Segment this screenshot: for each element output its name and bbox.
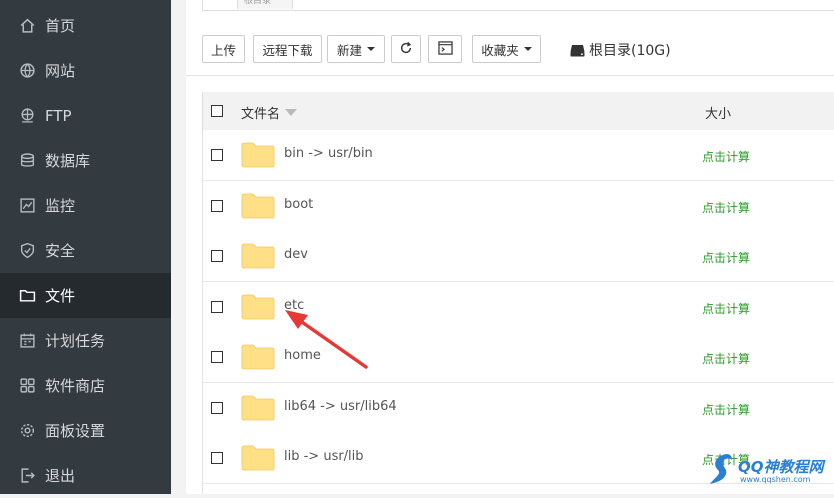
size-calc-link[interactable]: 点击计算: [702, 401, 750, 418]
refresh-icon: [399, 41, 413, 58]
column-header-name-label: 文件名: [241, 107, 281, 122]
sidebar: 首页 网站 FTP 数据库 监控 安全 文件 计划任务 软件商店 面板设置 退出: [0, 0, 171, 494]
terminal-button[interactable]: [428, 35, 462, 63]
file-name[interactable]: boot: [284, 197, 313, 212]
file-name[interactable]: dev: [284, 247, 308, 262]
breadcrumb: 根目录: [202, 0, 834, 11]
file-name[interactable]: lib64 -> usr/lib64: [284, 399, 397, 414]
file-name[interactable]: etc: [284, 298, 304, 313]
sidebar-item-home[interactable]: 首页: [0, 3, 171, 48]
row-checkbox[interactable]: [211, 351, 223, 363]
new-dropdown-button[interactable]: 新建: [327, 35, 385, 63]
logout-icon: [18, 467, 36, 485]
disk-label: 根目录(10G): [589, 43, 671, 59]
ftp-icon: [18, 107, 36, 125]
sidebar-item-label: 软件商店: [45, 377, 106, 395]
sidebar-item-logout[interactable]: 退出: [0, 453, 171, 498]
monitor-icon: [18, 197, 36, 215]
sort-down-icon[interactable]: [285, 109, 298, 116]
sidebar-item-label: 首页: [45, 17, 76, 35]
table-row[interactable]: bin -> usr/bin 点击计算: [203, 130, 834, 181]
new-button-label: 新建: [336, 42, 362, 58]
sidebar-item-database[interactable]: 数据库: [0, 138, 171, 183]
size-calc-link[interactable]: 点击计算: [702, 249, 750, 266]
chevron-down-icon: [523, 47, 532, 51]
globe-icon: [18, 62, 36, 80]
sidebar-item-label: 数据库: [45, 152, 91, 170]
sidebar-item-app-store[interactable]: 软件商店: [0, 363, 171, 408]
calendar-icon: [18, 332, 36, 350]
table-row[interactable]: boot 点击计算: [203, 181, 834, 232]
gear-icon: [18, 422, 36, 440]
file-name[interactable]: bin -> usr/bin: [284, 146, 373, 161]
database-icon: [18, 152, 36, 170]
sidebar-item-files[interactable]: 文件: [0, 273, 171, 318]
favorites-button-label: 收藏夹: [481, 42, 519, 58]
folder-icon: [241, 445, 275, 471]
chevron-down-icon: [367, 47, 375, 51]
sidebar-item-label: FTP: [45, 106, 72, 125]
sidebar-item-monitor[interactable]: 监控: [0, 183, 171, 228]
upload-button[interactable]: 上传: [202, 35, 245, 63]
watermark-title: QQ神教程网: [738, 458, 824, 476]
size-calc-link[interactable]: 点击计算: [702, 350, 750, 367]
sidebar-item-ftp[interactable]: FTP: [0, 93, 171, 138]
watermark-logo: QQ神教程网 www.qqshen.com: [704, 448, 834, 492]
toolbar-divider: [186, 75, 834, 76]
row-checkbox[interactable]: [211, 452, 223, 464]
row-checkbox[interactable]: [211, 200, 223, 212]
sidebar-item-websites[interactable]: 网站: [0, 48, 171, 93]
row-checkbox[interactable]: [211, 301, 223, 313]
column-header-name[interactable]: 文件名: [241, 103, 298, 122]
table-row[interactable]: home 点击计算: [203, 332, 834, 383]
folder-icon: [241, 344, 275, 370]
folder-icon: [241, 294, 275, 320]
sidebar-item-label: 监控: [45, 197, 76, 215]
folder-icon: [241, 243, 275, 269]
size-calc-link[interactable]: 点击计算: [702, 199, 750, 216]
sidebar-item-label: 网站: [45, 62, 76, 80]
table-row[interactable]: etc 点击计算: [203, 282, 834, 333]
table-row[interactable]: dev 点击计算: [203, 231, 834, 282]
table-header: 文件名 大小: [203, 92, 834, 131]
breadcrumb-root[interactable]: 根目录: [237, 0, 293, 9]
table-row[interactable]: lib64 -> usr/lib64 点击计算: [203, 383, 834, 434]
dragon-logo-icon: [710, 454, 732, 484]
file-table: 文件名 大小 bin -> usr/bin 点击计算 boot 点击计算 dev…: [202, 92, 834, 494]
terminal-icon: [437, 40, 453, 58]
watermark-url: www.qqshen.com: [740, 475, 811, 484]
grid-icon: [18, 377, 36, 395]
file-manager-panel: 根目录 上传 远程下载 新建 收藏夹 根目录(10G) 文件名 大小 bin -…: [186, 0, 834, 494]
hard-drive-icon: [570, 44, 585, 56]
sidebar-item-label: 面板设置: [45, 422, 106, 440]
shield-icon: [18, 242, 36, 260]
folder-icon: [241, 193, 275, 219]
column-header-size[interactable]: 大小: [705, 103, 731, 122]
row-checkbox[interactable]: [211, 250, 223, 262]
disk-selector[interactable]: 根目录(10G): [570, 41, 671, 59]
favorites-dropdown-button[interactable]: 收藏夹: [472, 35, 541, 63]
file-name[interactable]: lib -> usr/lib: [284, 449, 364, 464]
select-all-checkbox[interactable]: [211, 105, 223, 117]
sidebar-item-label: 安全: [45, 242, 76, 260]
row-checkbox[interactable]: [211, 149, 223, 161]
remote-download-button[interactable]: 远程下载: [253, 35, 322, 63]
size-calc-link[interactable]: 点击计算: [702, 300, 750, 317]
folder-icon: [241, 395, 275, 421]
file-name[interactable]: home: [284, 348, 321, 363]
sidebar-item-security[interactable]: 安全: [0, 228, 171, 273]
sidebar-item-label: 文件: [45, 287, 76, 305]
sidebar-item-label: 计划任务: [45, 332, 106, 350]
home-icon: [18, 17, 36, 35]
row-checkbox[interactable]: [211, 402, 223, 414]
size-calc-link[interactable]: 点击计算: [702, 148, 750, 165]
folder-icon: [241, 142, 275, 168]
refresh-button[interactable]: [391, 35, 421, 63]
sidebar-item-cron[interactable]: 计划任务: [0, 318, 171, 363]
folder-icon: [18, 287, 36, 305]
sidebar-item-settings[interactable]: 面板设置: [0, 408, 171, 453]
sidebar-item-label: 退出: [45, 467, 76, 485]
